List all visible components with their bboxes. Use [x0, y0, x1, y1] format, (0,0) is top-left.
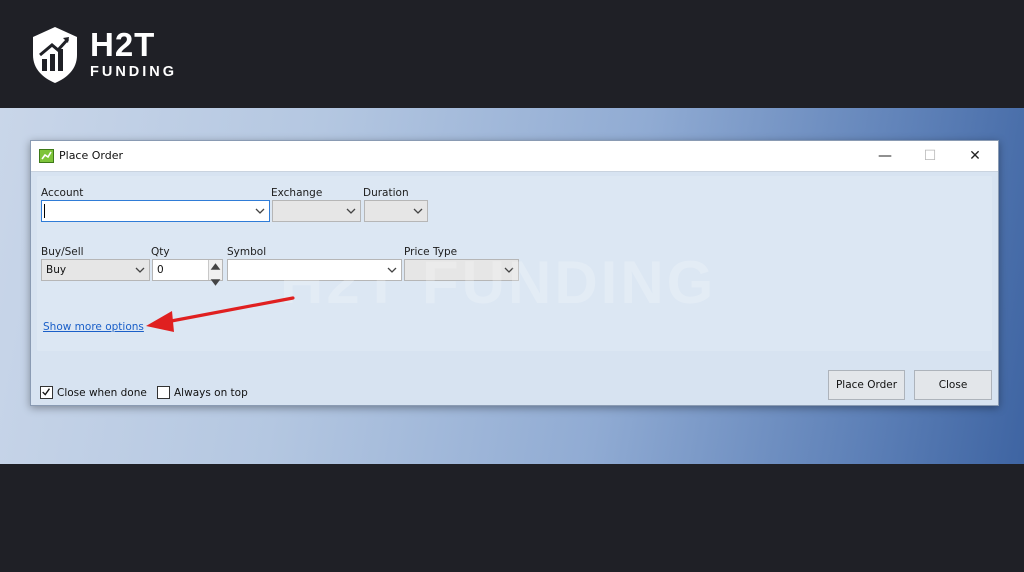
always-on-top-checkbox[interactable]: Always on top [157, 386, 248, 399]
account-label: Account [41, 187, 84, 199]
duration-label: Duration [363, 187, 409, 199]
spin-down-icon[interactable] [209, 276, 222, 289]
price-type-label: Price Type [404, 246, 458, 258]
price-type-select[interactable] [404, 259, 519, 281]
duration-select[interactable] [364, 200, 428, 222]
chevron-down-icon [255, 208, 265, 214]
app-icon [39, 149, 54, 163]
place-order-window: Place Order — ☐ ✕ Account Exchange Durat… [30, 140, 999, 406]
chevron-down-icon [413, 208, 423, 214]
exchange-select[interactable] [272, 200, 361, 222]
chevron-down-icon [504, 267, 514, 273]
exchange-label: Exchange [271, 187, 323, 199]
show-more-options-link[interactable]: Show more options [43, 321, 144, 333]
window-title: Place Order [59, 149, 124, 162]
qty-stepper[interactable]: 0 [152, 259, 223, 286]
minimize-button[interactable]: — [865, 145, 905, 167]
brand-logo: H2T FUNDING [30, 24, 177, 86]
close-when-done-checkbox[interactable]: Close when done [40, 386, 147, 399]
chevron-down-icon [346, 208, 356, 214]
chevron-down-icon [135, 267, 145, 273]
spin-up-icon[interactable] [209, 260, 222, 273]
account-select[interactable] [41, 200, 270, 222]
checkbox-box[interactable] [40, 386, 53, 399]
place-order-button[interactable]: Place Order [828, 370, 905, 400]
text-cursor [44, 204, 45, 218]
shield-logo-icon [33, 27, 77, 83]
close-when-done-label: Close when done [57, 386, 147, 399]
brand-name: H2T [90, 26, 156, 63]
close-button[interactable]: Close [914, 370, 992, 400]
checkmark-icon [42, 388, 51, 396]
symbol-select[interactable] [227, 259, 402, 281]
always-on-top-label: Always on top [174, 386, 248, 399]
chevron-down-icon [387, 267, 397, 273]
buy-sell-value: Buy [46, 264, 67, 276]
buy-sell-label: Buy/Sell [41, 246, 84, 258]
symbol-label: Symbol [227, 246, 267, 258]
brand-subtitle: FUNDING [90, 64, 178, 80]
close-window-button[interactable]: ✕ [955, 145, 995, 167]
annotation-arrow-icon [146, 296, 295, 332]
qty-label: Qty [151, 246, 170, 258]
qty-value: 0 [157, 264, 164, 276]
checkbox-box[interactable] [157, 386, 170, 399]
buy-sell-select[interactable]: Buy [41, 259, 150, 281]
qty-spin-buttons[interactable] [208, 260, 222, 286]
maximize-button[interactable]: ☐ [910, 145, 950, 167]
window-titlebar[interactable]: Place Order — ☐ ✕ [31, 141, 998, 172]
